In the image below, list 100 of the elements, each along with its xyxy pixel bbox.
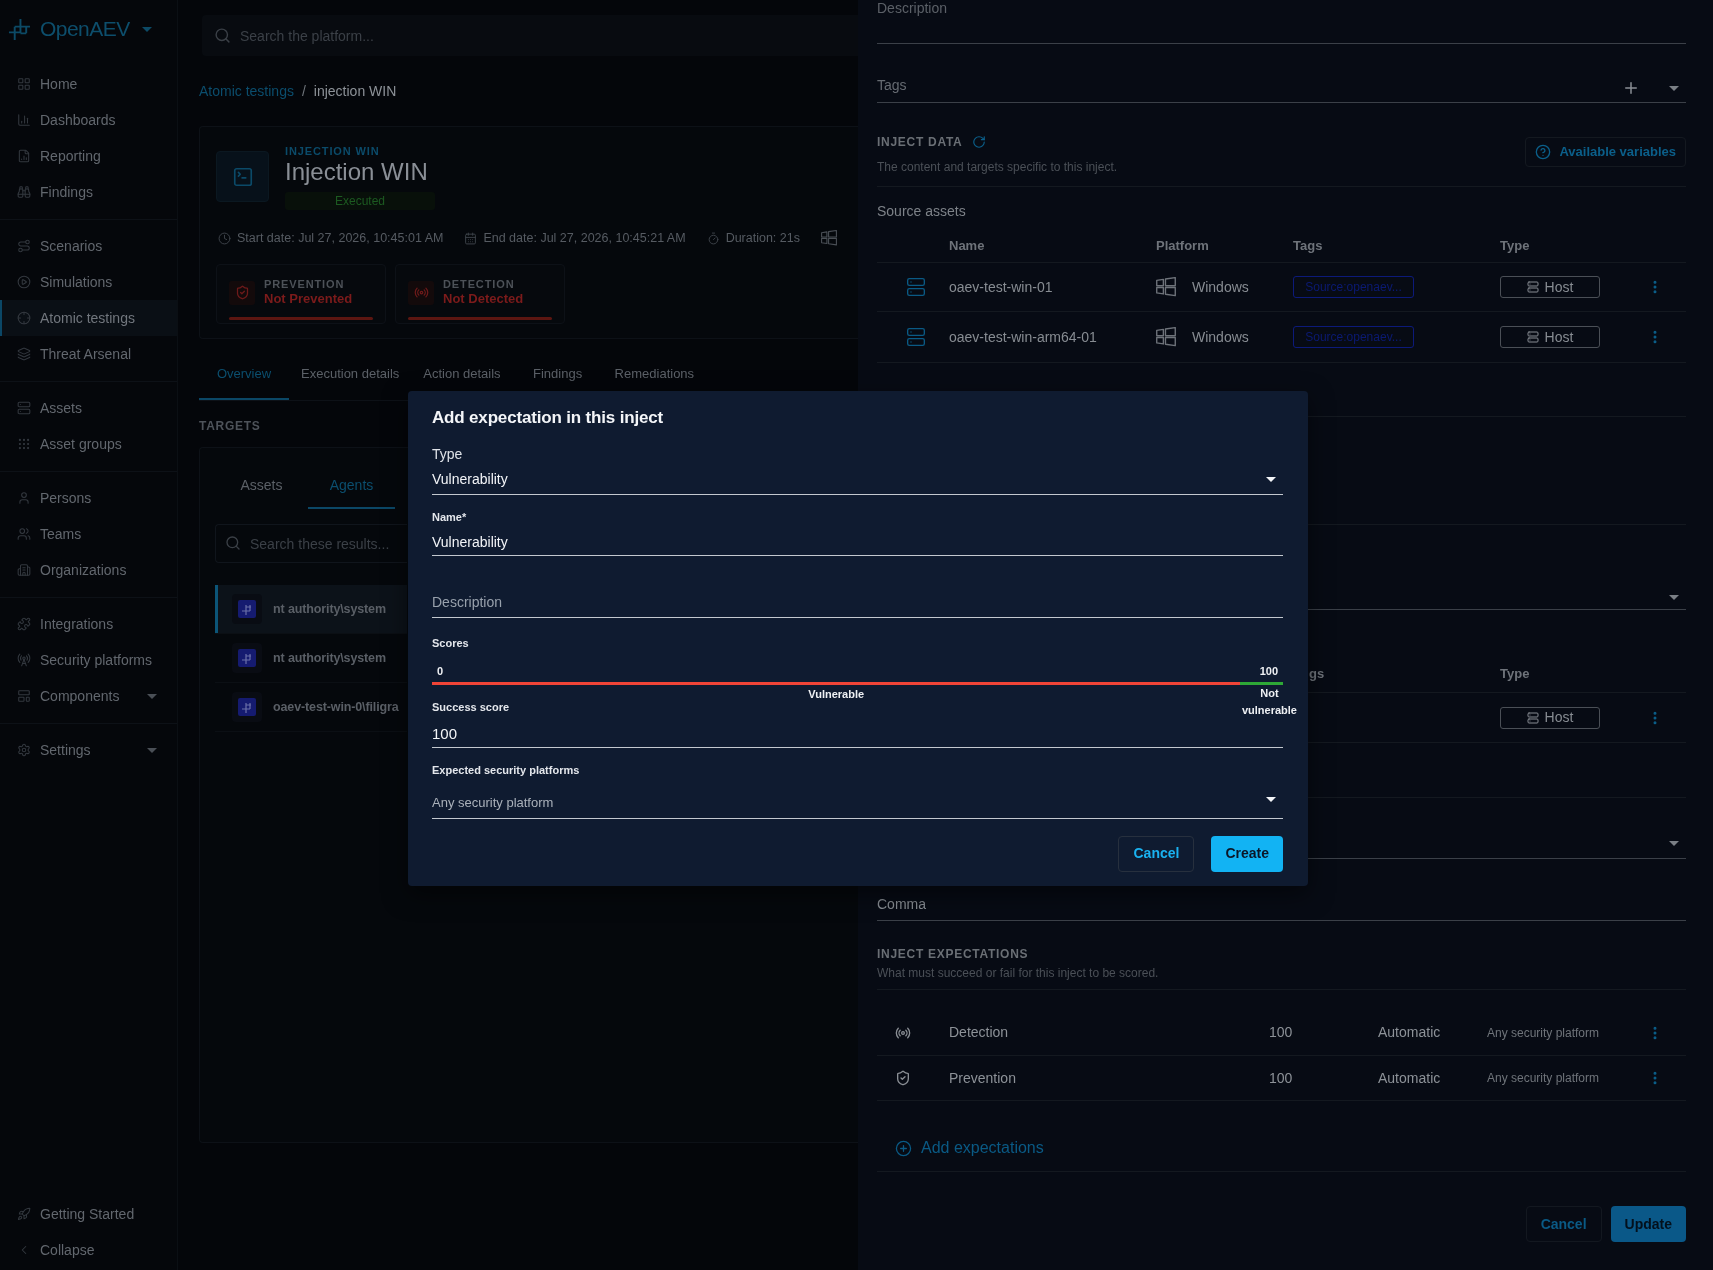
platform-name: Windows	[1192, 277, 1249, 297]
inject-type-label: INJECTION WIN	[285, 144, 381, 158]
asset-name: oaev-test-win-arm64-01	[949, 327, 1098, 347]
select-field[interactable]: Comma	[877, 891, 1686, 921]
report-icon	[17, 149, 31, 163]
timer-icon	[706, 231, 720, 245]
type-select[interactable]: Vulnerability	[432, 471, 1283, 495]
windows-icon	[1156, 277, 1176, 297]
server-icon	[1526, 281, 1539, 293]
date-text: Duration: 21s	[725, 229, 800, 247]
section-heading: Source assets	[877, 203, 966, 219]
field-label: Scores	[432, 637, 470, 650]
puzzle-icon	[17, 617, 31, 631]
available-variables-button[interactable]: Available variables	[1525, 137, 1686, 167]
inject-title: Injection WIN	[285, 158, 429, 185]
caret-icon[interactable]	[1266, 797, 1276, 802]
platforms-select[interactable]: Any security platform	[432, 794, 1283, 819]
tab[interactable]: Assets	[215, 461, 308, 509]
tags-field[interactable]: Tags	[877, 73, 1686, 103]
refresh-icon[interactable]	[972, 135, 987, 149]
tab[interactable]: Execution details	[289, 348, 412, 400]
section-subtitle: The content and targets specific to this inject.	[877, 160, 1118, 174]
search-field[interactable]: Search these results...	[215, 524, 407, 563]
breadcrumb-link[interactable]: Atomic testings	[199, 80, 294, 102]
server-icon	[1526, 711, 1539, 724]
scale-label: 100	[1259, 665, 1278, 678]
breadcrumb-current: injection WIN	[313, 81, 397, 101]
help-icon	[1535, 144, 1552, 160]
route-icon	[17, 239, 31, 253]
nav-item[interactable]: Assets	[0, 390, 177, 426]
layout-icon	[17, 689, 31, 703]
grid-icon	[17, 77, 31, 91]
scale-label: 0	[437, 665, 444, 678]
nav-item[interactable]: Findings	[0, 174, 177, 210]
nav-item[interactable]: Teams	[0, 516, 177, 552]
nav-item[interactable]: Settings	[0, 732, 177, 768]
nav-item[interactable]: Home	[0, 66, 177, 102]
agent-logo-icon	[232, 643, 262, 673]
plus-icon[interactable]	[1622, 79, 1640, 97]
nav-item[interactable]: Reporting	[0, 138, 177, 174]
agent-logo-icon	[232, 594, 262, 624]
section-subtitle: What must succeed or fail for this inject to be scored.	[877, 966, 1160, 980]
nav-item[interactable]: Integrations	[0, 606, 177, 642]
nav-item[interactable]: Simulations	[0, 264, 177, 300]
caret-icon[interactable]	[1266, 476, 1276, 482]
dot-grid-icon	[17, 437, 31, 451]
result-label: PREVENTION	[264, 278, 346, 291]
shield-check-icon	[895, 1070, 911, 1086]
nav-item[interactable]: Components	[0, 678, 177, 714]
search-icon	[214, 27, 231, 44]
expectation-name: Prevention	[949, 1068, 1017, 1088]
user-icon	[17, 491, 31, 505]
drawer-button[interactable]: Update	[1610, 1206, 1686, 1242]
server-icon	[1526, 331, 1539, 343]
section-title: TARGETS	[199, 419, 262, 433]
column-header: Platform	[1156, 236, 1210, 255]
tag-chip: Source:openaev...	[1293, 326, 1414, 348]
tag-chip: Source:openaev...	[1293, 276, 1414, 298]
nav-item[interactable]: Scenarios	[0, 228, 177, 264]
crosshair-icon	[17, 311, 31, 325]
drawer-button[interactable]: Cancel	[1525, 1206, 1602, 1242]
server-icon	[906, 277, 926, 297]
add-expectations-button[interactable]: Add expectations	[895, 1138, 1044, 1158]
nav-item[interactable]: Asset groups	[0, 426, 177, 462]
brand-name: OpenAEV	[40, 16, 130, 43]
dialog-title: Add expectation in this inject	[432, 408, 665, 428]
nav-item[interactable]: Getting Started	[0, 1196, 177, 1232]
nav-item[interactable]: Dashboards	[0, 102, 177, 138]
calendar-icon	[464, 231, 478, 245]
description-field[interactable]: Description	[877, 0, 1686, 44]
dialog-button[interactable]: Cancel	[1118, 835, 1195, 872]
nav-item[interactable]: Collapse	[0, 1232, 177, 1268]
agent-row[interactable]: nt authority\system	[215, 634, 407, 683]
expectation-platform: Any security platform	[1487, 1024, 1600, 1042]
layers-icon	[17, 347, 31, 361]
agent-row[interactable]: oaev-test-win-0\filigra	[215, 683, 407, 732]
nav-item[interactable]: Threat Arsenal	[0, 336, 177, 372]
nav-item[interactable]: Security platforms	[0, 642, 177, 678]
settings-icon	[17, 743, 31, 757]
bar-chart-icon	[17, 113, 31, 127]
column-header: Tags	[1293, 236, 1324, 255]
expectation-score: 100	[1269, 1068, 1294, 1088]
result-value: Not Detected	[443, 291, 524, 307]
range-label: Not vulnerable	[1240, 686, 1298, 718]
nav-item[interactable]: Persons	[0, 480, 177, 516]
play-icon	[17, 275, 31, 289]
name-field[interactable]: Vulnerability	[432, 534, 1283, 556]
nav-item[interactable]: Atomic testings	[0, 300, 177, 336]
expectation-platform: Any security platform	[1487, 1070, 1600, 1087]
success-score-field[interactable]: 100	[432, 725, 1283, 748]
server-icon	[17, 401, 31, 415]
tab[interactable]: Agents	[308, 461, 395, 509]
search-icon	[225, 535, 241, 551]
section-title: INJECT EXPECTATIONS	[877, 947, 1030, 961]
platform-name: Windows	[1192, 327, 1249, 347]
dialog-button[interactable]: Create	[1211, 835, 1283, 872]
agent-row[interactable]: nt authority\system	[215, 585, 407, 634]
tab[interactable]: Overview	[199, 348, 289, 400]
nav-item[interactable]: Organizations	[0, 552, 177, 588]
column-header: Type	[1500, 236, 1531, 255]
